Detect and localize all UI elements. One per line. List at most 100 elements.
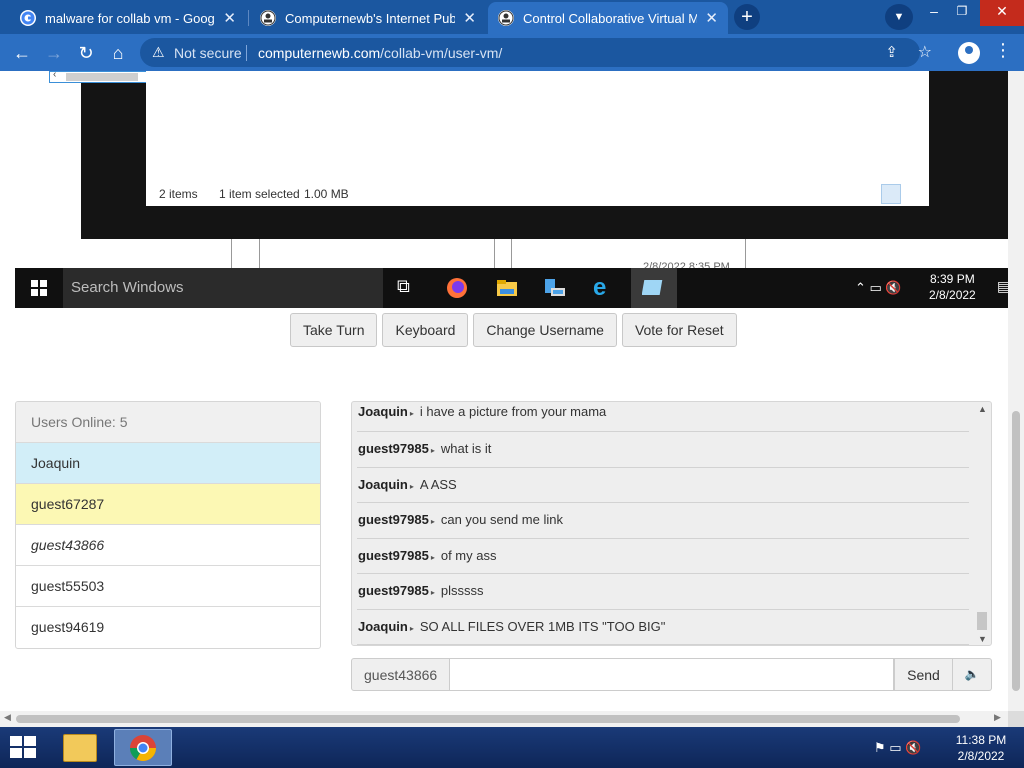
scroll-left-icon[interactable]: ◀ xyxy=(4,712,11,723)
chat-text: of my ass xyxy=(440,547,497,563)
browser-tabstrip: malware for collab vm - Google S ✕ Compu… xyxy=(0,0,1024,34)
kebab-menu-icon[interactable]: ⋮ xyxy=(994,40,1012,61)
chat-username: guest97985 xyxy=(358,512,429,527)
chat-message: guest97985 ▸ can you send me link xyxy=(357,503,969,539)
forward-arrow-icon[interactable]: → xyxy=(40,39,68,67)
explorer-selection: 1 item selected xyxy=(219,187,300,201)
chat-log[interactable]: Joaquin ▸ i have a picture from your mama … xyxy=(351,401,992,646)
chat-message-input[interactable] xyxy=(450,658,894,691)
message-arrow-icon: ▸ xyxy=(409,409,414,418)
chat-text: A ASS xyxy=(419,476,457,492)
user-list-item[interactable]: Joaquin xyxy=(16,443,320,484)
url-text[interactable]: computernewb.com/collab-vm/user-vm/ xyxy=(258,45,502,61)
chat-text: what is it xyxy=(440,441,492,456)
user-list-item[interactable]: guest67287 xyxy=(16,484,320,525)
page-vertical-scrollbar[interactable] xyxy=(1008,71,1024,711)
tab-collab-vm[interactable]: Control Collaborative Virtual Ma ✕ xyxy=(488,2,728,34)
chat-username: guest97985 xyxy=(358,583,429,598)
window-close-icon[interactable]: ✕ xyxy=(980,0,1024,26)
notification-icon[interactable]: ▤ xyxy=(997,278,1008,295)
host-chrome-taskbar-button[interactable] xyxy=(114,729,172,766)
page-horizontal-scrollbar[interactable]: ◀ ▶ xyxy=(0,711,1008,727)
tab-close-icon[interactable]: ✕ xyxy=(705,9,718,27)
chat-message: Joaquin ▸ SO ALL FILES OVER 1MB ITS "TOO B… xyxy=(357,610,969,645)
message-arrow-icon: ▸ xyxy=(409,481,414,491)
file-explorer-icon[interactable] xyxy=(495,276,519,300)
vote-reset-button[interactable]: Vote for Reset xyxy=(621,313,737,347)
page-hscroll-thumb[interactable] xyxy=(16,715,960,723)
message-arrow-icon: ▸ xyxy=(430,446,435,455)
host-start-windows-icon[interactable] xyxy=(10,736,38,760)
reload-icon[interactable]: ↻ xyxy=(72,39,100,67)
internet-explorer-icon[interactable]: e xyxy=(593,276,617,300)
scrollbar-corner xyxy=(1008,711,1024,727)
host-time: 11:38 PM xyxy=(955,733,1007,747)
warning-triangle-icon[interactable]: ⚠ xyxy=(152,44,165,61)
windows-start-icon[interactable] xyxy=(31,280,47,296)
scroll-down-icon[interactable]: ▼ xyxy=(978,634,987,644)
chat-message: guest97985 ▸ plsssss xyxy=(357,574,969,610)
take-turn-button[interactable]: Take Turn xyxy=(290,313,378,347)
file-explorer-window[interactable]: 2 items 1 item selected 1.00 MB xyxy=(146,71,929,206)
scroll-left-icon[interactable]: ‹ xyxy=(53,71,56,80)
browser-toolbar: ← → ↻ ⌂ ⚠ Not secure computernewb.com/co… xyxy=(0,34,1024,71)
page-content: ‹ › 2 items 1 item selected 1.00 MB 2/8/… xyxy=(0,71,1008,711)
vm-tray-icons[interactable]: ⌃ ▭ 🔇 xyxy=(855,280,902,296)
chat-message: Joaquin ▸ i have a picture from your mama xyxy=(357,402,969,432)
explorer-file-list-remnant: 2/8/2022 8:35 PM xyxy=(15,239,1008,273)
change-username-button[interactable]: Change Username xyxy=(473,313,617,347)
task-view-icon[interactable]: ⧉ xyxy=(397,276,421,300)
vm-clock[interactable]: 8:39 PM 2/8/2022 xyxy=(929,271,976,303)
tab-close-icon[interactable]: ✕ xyxy=(463,9,476,27)
large-icons-view-icon[interactable] xyxy=(904,184,924,204)
users-online-header: Users Online: 5 xyxy=(16,402,320,443)
user-list-item[interactable]: guest43866 xyxy=(16,525,320,566)
chat-text: plsssss xyxy=(440,583,484,598)
scroll-thumb[interactable] xyxy=(66,73,138,81)
firefox-icon[interactable] xyxy=(445,276,469,300)
chat-username-label: guest43866 xyxy=(351,658,450,691)
chat-username: guest97985 xyxy=(358,441,429,456)
host-folder-icon[interactable] xyxy=(63,734,97,762)
keyboard-button[interactable]: Keyboard xyxy=(382,313,469,347)
user-list-item[interactable]: guest55503 xyxy=(16,566,320,607)
page-scroll-thumb[interactable] xyxy=(1012,411,1020,691)
computernewb-icon xyxy=(260,10,276,26)
vm-search-box[interactable]: Search Windows xyxy=(63,268,383,308)
send-button[interactable]: Send xyxy=(894,658,953,691)
security-label[interactable]: Not secure xyxy=(174,45,242,61)
vm-taskbar[interactable]: Search Windows ⧉ e ⌃ ▭ 🔇 8:39 PM 2/8/202… xyxy=(15,268,1008,308)
tab-google-search[interactable]: malware for collab vm - Google S ✕ xyxy=(10,2,246,34)
chrome-icon xyxy=(129,735,157,762)
home-icon[interactable]: ⌂ xyxy=(104,39,132,67)
app-window-icon[interactable] xyxy=(642,276,666,300)
host-tray-icons[interactable]: ⚑ ▭ 🔇 xyxy=(874,740,921,756)
google-icon xyxy=(20,10,36,26)
vm-time: 8:39 PM xyxy=(930,272,975,286)
details-view-icon[interactable] xyxy=(881,184,901,204)
chat-username: Joaquin xyxy=(358,618,408,634)
chat-scroll-thumb[interactable] xyxy=(977,612,987,630)
tab-close-icon[interactable]: ✕ xyxy=(223,9,236,27)
profile-avatar-icon[interactable] xyxy=(958,42,980,64)
volume-speaker-icon[interactable]: 🔈 xyxy=(953,658,992,691)
vm-display[interactable]: ‹ › 2 items 1 item selected 1.00 MB 2/8/… xyxy=(15,71,1008,308)
back-arrow-icon[interactable]: ← xyxy=(8,39,36,67)
omnibox-divider xyxy=(246,45,247,61)
network-computer-icon[interactable] xyxy=(543,276,567,300)
bookmark-star-icon[interactable]: ☆ xyxy=(918,42,932,62)
scroll-right-icon[interactable]: ▶ xyxy=(994,712,1001,723)
share-icon[interactable]: ⇪ xyxy=(885,43,898,61)
chat-username: Joaquin xyxy=(358,404,408,419)
restore-icon[interactable]: ❐ xyxy=(946,0,978,26)
user-list-item[interactable]: guest94619 xyxy=(16,607,320,648)
message-arrow-icon: ▸ xyxy=(409,623,414,633)
new-tab-plus-icon[interactable]: + xyxy=(734,4,760,30)
address-bar[interactable]: ⚠ Not secure computernewb.com/collab-vm/… xyxy=(140,38,932,67)
chat-scrollbar[interactable]: ▲ ▼ xyxy=(973,402,991,645)
tab-search-chevron-icon[interactable]: ▼ xyxy=(885,4,913,30)
online-users-panel: Users Online: 5 Joaquin guest67287 guest… xyxy=(15,401,321,649)
scroll-up-icon[interactable]: ▲ xyxy=(978,404,987,414)
host-clock[interactable]: 11:38 PM 2/8/2022 xyxy=(950,732,1012,764)
tab-computernewb-hub[interactable]: Computernewb's Internet Pub Hu ✕ xyxy=(250,2,486,34)
